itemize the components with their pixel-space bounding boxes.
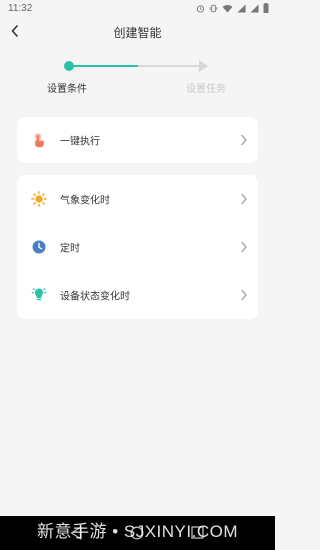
lamp-icon xyxy=(31,287,47,303)
option-weather-change[interactable]: 气象变化时 xyxy=(17,175,258,223)
chevron-right-icon xyxy=(241,134,247,146)
chevron-right-icon xyxy=(241,193,247,205)
vibrate-icon xyxy=(209,4,218,12)
wifi-icon xyxy=(222,4,233,13)
battery-icon xyxy=(263,3,269,13)
stepper: 设置条件 设置任务 xyxy=(0,56,275,96)
clock-icon xyxy=(31,239,47,255)
step-progress-line xyxy=(74,65,138,67)
nav-back-icon[interactable] xyxy=(70,526,82,540)
option-label: 设备状态变化时 xyxy=(60,291,130,303)
option-device-state-change[interactable]: 设备状态变化时 xyxy=(17,271,258,319)
option-label: 一键执行 xyxy=(60,136,100,148)
option-label: 气象变化时 xyxy=(60,195,110,207)
nav-recent-icon[interactable] xyxy=(191,526,204,539)
chevron-right-icon xyxy=(241,241,247,253)
option-timer[interactable]: 定时 xyxy=(17,223,258,271)
nav-home-icon[interactable] xyxy=(130,526,144,540)
page-title: 创建智能 xyxy=(113,26,162,40)
card-conditions: 气象变化时 定时 设备状态变化时 xyxy=(17,175,258,319)
system-nav-bar xyxy=(0,516,275,550)
status-icons xyxy=(196,3,269,13)
signal-icon xyxy=(237,3,246,13)
chevron-right-icon xyxy=(241,289,247,301)
status-bar: 11:32 xyxy=(0,0,275,16)
header: 创建智能 xyxy=(0,18,275,46)
step-label-conditions[interactable]: 设置条件 xyxy=(47,80,87,95)
alarm-icon xyxy=(196,4,205,13)
sun-icon xyxy=(31,191,47,207)
step-label-tasks[interactable]: 设置任务 xyxy=(186,80,226,95)
tap-hand-icon xyxy=(31,132,47,148)
signal-icon xyxy=(250,3,259,13)
card-manual: 一键执行 xyxy=(17,117,258,163)
status-time: 11:32 xyxy=(8,2,33,14)
arrow-right-icon xyxy=(199,60,208,72)
step-remaining-line xyxy=(138,65,200,67)
step-active-dot xyxy=(64,61,74,71)
option-label: 定时 xyxy=(60,243,80,255)
option-one-tap-execute[interactable]: 一键执行 xyxy=(17,117,258,163)
